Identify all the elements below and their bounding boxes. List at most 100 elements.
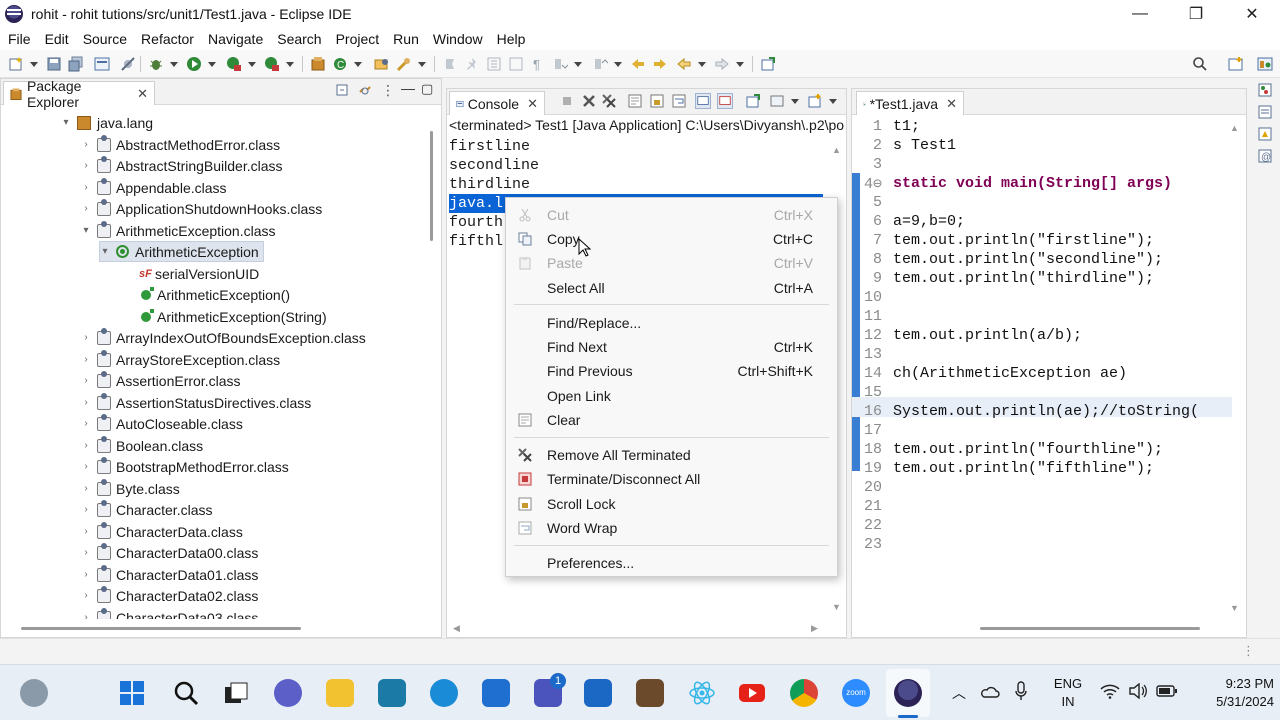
media-app-icon[interactable] xyxy=(636,679,664,707)
expand-twisty-icon[interactable]: › xyxy=(81,139,91,150)
expand-twisty-icon[interactable]: › xyxy=(81,504,91,515)
menu-file[interactable]: File xyxy=(1,31,38,47)
maximize-view-icon[interactable]: ▢ xyxy=(421,81,433,97)
menu-search[interactable]: Search xyxy=(270,31,328,47)
scroll-down-icon[interactable]: ▼ xyxy=(832,602,841,612)
menu-project[interactable]: Project xyxy=(329,31,387,47)
annotation-icon[interactable] xyxy=(442,56,458,72)
skip-breakpoints-icon[interactable] xyxy=(120,56,136,72)
tree-item[interactable]: ▾ ArithmeticException.class xyxy=(81,220,276,241)
search-tool-icon[interactable] xyxy=(396,56,412,72)
collapse-all-icon[interactable] xyxy=(335,83,351,99)
onedrive-cloud-icon[interactable] xyxy=(980,683,1000,701)
tree-item[interactable]: › AutoCloseable.class xyxy=(81,413,243,434)
problems-view-icon[interactable] xyxy=(1257,126,1273,142)
show-hidden-icons-icon[interactable]: ︿ xyxy=(952,683,966,703)
battery-icon[interactable] xyxy=(1156,685,1178,697)
link-with-editor-icon[interactable] xyxy=(357,83,373,99)
expand-twisty-icon[interactable]: › xyxy=(81,547,91,558)
show-on-stderr-icon[interactable] xyxy=(717,93,733,109)
close-tab-icon[interactable]: ✕ xyxy=(137,86,148,102)
minimize-view-icon[interactable]: — xyxy=(401,80,415,96)
tree-item[interactable]: › BootstrapMethodError.class xyxy=(81,456,289,477)
menu-item-remove-all-terminated[interactable]: Remove All Terminated xyxy=(506,443,837,467)
word-wrap-icon[interactable] xyxy=(671,93,687,109)
expand-twisty-icon[interactable]: › xyxy=(81,569,91,580)
wifi-icon[interactable] xyxy=(1100,683,1120,699)
paragraph-icon[interactable]: ¶ xyxy=(530,56,546,72)
chat-icon[interactable] xyxy=(274,679,302,707)
tree-item-selected[interactable]: ▾ ArithmeticException xyxy=(99,241,264,262)
open-console-menu-icon[interactable] xyxy=(807,93,823,109)
menu-item-clear[interactable]: Clear xyxy=(506,408,837,432)
tree-item[interactable]: › CharacterData02.class xyxy=(81,585,258,606)
weather-widget-icon[interactable] xyxy=(20,679,48,707)
remove-launch-icon[interactable] xyxy=(581,93,597,109)
tree-item[interactable]: › ArrayStoreException.class xyxy=(81,349,280,370)
menu-item-find-previous[interactable]: Find Previous Ctrl+Shift+K xyxy=(506,359,837,383)
expand-twisty-icon[interactable]: › xyxy=(81,483,91,494)
menu-item-find-next[interactable]: Find Next Ctrl+K xyxy=(506,335,837,359)
tree-item[interactable]: ArithmeticException() xyxy=(141,284,290,305)
expand-twisty-icon[interactable]: › xyxy=(81,440,91,451)
tree-item[interactable]: › CharacterData.class xyxy=(81,521,243,542)
menu-edit[interactable]: Edit xyxy=(38,31,76,47)
tab-console[interactable]: Console ✕ xyxy=(449,91,545,115)
horizontal-scrollbar[interactable] xyxy=(980,627,1200,630)
coverage-icon[interactable] xyxy=(226,56,242,72)
tree-item[interactable]: › AssertionError.class xyxy=(81,370,240,391)
microphone-icon[interactable] xyxy=(1014,681,1028,703)
microsoft-store-icon[interactable] xyxy=(584,679,612,707)
menu-item-scroll-lock[interactable]: Scroll Lock xyxy=(506,492,837,516)
scroll-lock-icon[interactable] xyxy=(649,93,665,109)
external-tools-icon[interactable] xyxy=(264,56,280,72)
tree-item[interactable]: › Byte.class xyxy=(81,478,180,499)
close-window-button[interactable]: ✕ xyxy=(1224,0,1280,28)
pin-editor-icon[interactable] xyxy=(760,56,776,72)
tree-item[interactable]: › Boolean.class xyxy=(81,435,203,456)
back-edit-icon[interactable] xyxy=(652,56,668,72)
expand-twisty-icon[interactable]: › xyxy=(81,418,91,429)
minimize-button[interactable]: — xyxy=(1112,0,1168,28)
whitespace-icon[interactable] xyxy=(508,56,524,72)
terminate-icon[interactable] xyxy=(559,93,575,109)
menu-help[interactable]: Help xyxy=(490,31,533,47)
horizontal-scrollbar[interactable] xyxy=(21,627,301,630)
tree-item[interactable]: › CharacterData01.class xyxy=(81,564,258,585)
tree-item[interactable]: › CharacterData00.class xyxy=(81,542,258,563)
new-icon[interactable] xyxy=(8,56,24,72)
new-java-project-icon[interactable] xyxy=(310,56,326,72)
expand-twisty-icon[interactable]: › xyxy=(81,160,91,171)
tree-item[interactable]: ArithmeticException(String) xyxy=(141,306,327,327)
menu-item-open-link[interactable]: Open Link xyxy=(506,384,837,408)
menu-item-preferences[interactable]: Preferences... xyxy=(506,551,837,575)
expand-twisty-icon[interactable]: › xyxy=(81,182,91,193)
java-perspective-icon[interactable] xyxy=(1257,56,1273,72)
tree-item[interactable]: › Appendable.class xyxy=(81,177,227,198)
tree-item-java-lang[interactable]: ▾ java.lang xyxy=(61,112,153,133)
youtube-icon[interactable] xyxy=(738,679,766,707)
open-perspective-icon[interactable] xyxy=(1228,56,1244,72)
tree-item[interactable]: › Character.class xyxy=(81,499,212,520)
volume-icon[interactable] xyxy=(1128,683,1148,699)
back-icon[interactable] xyxy=(676,56,692,72)
task-list-icon[interactable] xyxy=(1257,104,1273,120)
expand-twisty-icon[interactable]: › xyxy=(81,203,91,214)
scroll-up-icon[interactable]: ▲ xyxy=(832,145,841,155)
forward-icon[interactable] xyxy=(714,56,730,72)
expand-twisty-icon[interactable]: ▾ xyxy=(81,225,91,236)
scroll-up-icon[interactable]: ▲ xyxy=(1230,123,1239,133)
expand-twisty-icon[interactable]: › xyxy=(81,375,91,386)
expand-twisty-icon[interactable]: › xyxy=(81,332,91,343)
file-explorer-icon[interactable] xyxy=(326,679,354,707)
pin-icon[interactable] xyxy=(464,56,480,72)
react-app-icon[interactable] xyxy=(688,679,716,707)
tree-item[interactable]: › AbstractStringBuilder.class xyxy=(81,155,283,176)
menu-item-word-wrap[interactable]: Word Wrap xyxy=(506,516,837,540)
expand-twisty-icon[interactable]: › xyxy=(81,461,91,472)
start-button-icon[interactable] xyxy=(118,679,146,707)
tree-item[interactable]: › ApplicationShutdownHooks.class xyxy=(81,198,322,219)
show-on-stdout-icon[interactable] xyxy=(695,93,711,109)
menu-item-terminate-disconnect-all[interactable]: Terminate/Disconnect All xyxy=(506,467,837,491)
maximize-button[interactable]: ❐ xyxy=(1168,0,1224,28)
